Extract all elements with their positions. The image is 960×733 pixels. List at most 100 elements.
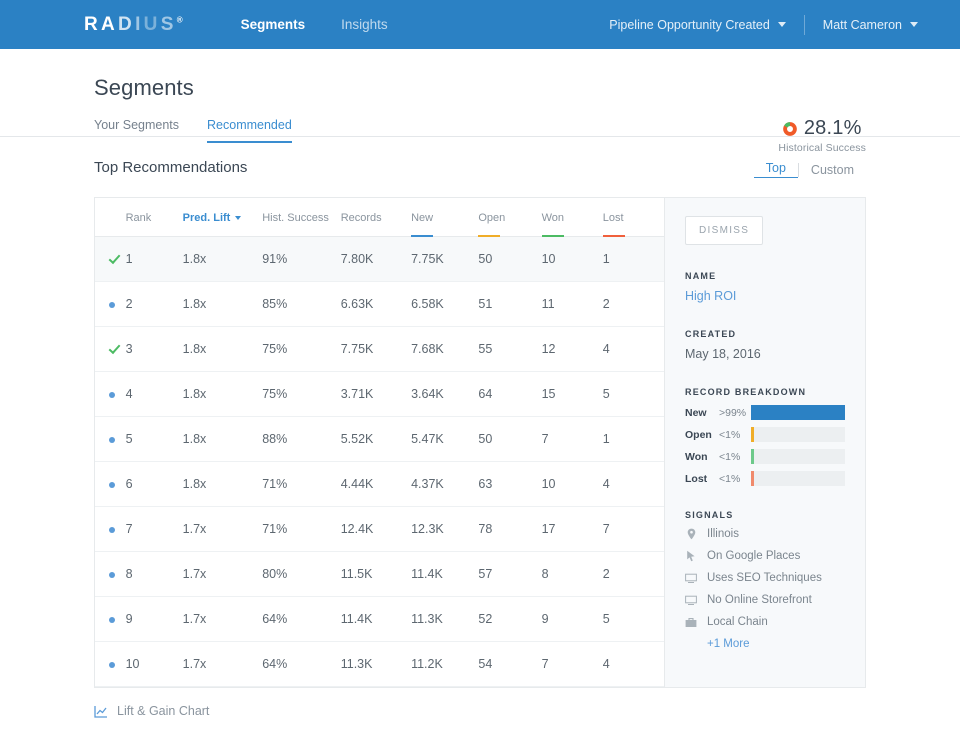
user-menu-label: Matt Cameron bbox=[823, 18, 902, 32]
table-row[interactable]: 21.8x85%6.63K6.58K51112 bbox=[95, 282, 664, 327]
breakdown-bar-fill bbox=[751, 427, 754, 442]
column-header-won-label: Won bbox=[542, 212, 564, 224]
column-header-hist-success[interactable]: Hist. Success bbox=[262, 198, 341, 237]
row-pred-lift: 1.8x bbox=[183, 372, 263, 417]
table-row[interactable]: 51.8x88%5.52K5.47K5071 bbox=[95, 417, 664, 462]
row-open: 50 bbox=[478, 237, 541, 282]
signals-list: IllinoisOn Google PlacesUses SEO Techniq… bbox=[685, 528, 845, 628]
primary-nav: Segments Insights bbox=[241, 0, 388, 49]
lift-and-gain-chart-link[interactable]: Lift & Gain Chart bbox=[94, 688, 866, 718]
column-header-open[interactable]: Open bbox=[478, 198, 541, 237]
top-nav-right: Pipeline Opportunity Created Matt Camero… bbox=[591, 15, 936, 35]
view-toggle-top[interactable]: Top bbox=[754, 161, 798, 178]
row-hist-success: 64% bbox=[262, 642, 341, 687]
pipeline-selector-label: Pipeline Opportunity Created bbox=[609, 18, 770, 32]
breakdown-bar-track bbox=[751, 471, 845, 486]
row-pred-lift: 1.7x bbox=[183, 597, 263, 642]
row-records: 7.80K bbox=[341, 237, 411, 282]
column-header-records[interactable]: Records bbox=[341, 198, 411, 237]
column-underline-lost bbox=[603, 235, 625, 237]
dot-icon bbox=[109, 617, 115, 623]
more-signals-link[interactable]: +1 More bbox=[707, 638, 845, 650]
row-open: 54 bbox=[478, 642, 541, 687]
row-status bbox=[95, 237, 126, 282]
table-row[interactable]: 71.7x71%12.4K12.3K78177 bbox=[95, 507, 664, 552]
row-records: 6.63K bbox=[341, 282, 411, 327]
table-head: Rank Pred. Lift Hist. Success Records Ne… bbox=[95, 198, 664, 237]
table-row[interactable]: 11.8x91%7.80K7.75K50101 bbox=[95, 237, 664, 282]
nav-link-insights[interactable]: Insights bbox=[341, 0, 388, 49]
created-label: CREATED bbox=[685, 329, 845, 339]
main-content: Top Recommendations Top Custom Rank Pred… bbox=[0, 137, 960, 718]
column-header-won[interactable]: Won bbox=[542, 198, 603, 237]
table-row[interactable]: 41.8x75%3.71K3.64K64155 bbox=[95, 372, 664, 417]
user-menu[interactable]: Matt Cameron bbox=[805, 18, 936, 32]
row-new: 11.2K bbox=[411, 642, 478, 687]
row-won: 9 bbox=[542, 597, 603, 642]
dot-icon bbox=[109, 482, 115, 488]
created-value: May 18, 2016 bbox=[685, 347, 845, 361]
view-toggle: Top Custom bbox=[754, 161, 866, 178]
row-records: 11.3K bbox=[341, 642, 411, 687]
row-pred-lift: 1.8x bbox=[183, 282, 263, 327]
row-hist-success: 71% bbox=[262, 462, 341, 507]
row-records: 7.75K bbox=[341, 327, 411, 372]
breakdown-bar-track bbox=[751, 449, 845, 464]
table-row[interactable]: 61.8x71%4.44K4.37K63104 bbox=[95, 462, 664, 507]
row-lost: 1 bbox=[603, 417, 664, 462]
column-header-pred-lift[interactable]: Pred. Lift bbox=[183, 198, 263, 237]
row-status bbox=[95, 372, 126, 417]
pipeline-selector[interactable]: Pipeline Opportunity Created bbox=[591, 18, 804, 32]
table-header-row: Rank Pred. Lift Hist. Success Records Ne… bbox=[95, 198, 664, 237]
column-header-rank[interactable]: Rank bbox=[126, 198, 183, 237]
row-records: 5.52K bbox=[341, 417, 411, 462]
view-toggle-custom[interactable]: Custom bbox=[799, 163, 866, 177]
section-title: Top Recommendations bbox=[94, 159, 866, 176]
dismiss-button[interactable]: DISMISS bbox=[685, 216, 763, 245]
column-header-lost[interactable]: Lost bbox=[603, 198, 664, 237]
breakdown-percent: >99% bbox=[719, 407, 751, 419]
name-label: NAME bbox=[685, 271, 845, 281]
row-won: 8 bbox=[542, 552, 603, 597]
dot-icon bbox=[109, 572, 115, 578]
check-icon bbox=[109, 252, 121, 264]
table-row[interactable]: 101.7x64%11.3K11.2K5474 bbox=[95, 642, 664, 687]
column-header-new-label: New bbox=[411, 212, 433, 224]
table-body: 11.8x91%7.80K7.75K5010121.8x85%6.63K6.58… bbox=[95, 237, 664, 687]
row-pred-lift: 1.7x bbox=[183, 642, 263, 687]
row-pred-lift: 1.8x bbox=[183, 462, 263, 507]
row-open: 64 bbox=[478, 372, 541, 417]
column-header-lost-label: Lost bbox=[603, 212, 624, 224]
nav-link-segments[interactable]: Segments bbox=[241, 0, 306, 49]
logo-text: RADIUS bbox=[84, 14, 177, 35]
row-status bbox=[95, 642, 126, 687]
signal-label: No Online Storefront bbox=[707, 594, 812, 606]
breakdown-bar-fill bbox=[751, 405, 845, 420]
row-status bbox=[95, 417, 126, 462]
recommendations-layout: Rank Pred. Lift Hist. Success Records Ne… bbox=[94, 197, 866, 688]
table-row[interactable]: 81.7x80%11.5K11.4K5782 bbox=[95, 552, 664, 597]
column-underline-won bbox=[542, 235, 564, 237]
row-open: 63 bbox=[478, 462, 541, 507]
segment-name-value[interactable]: High ROI bbox=[685, 289, 845, 303]
segment-detail-panel: DISMISS NAME High ROI CREATED May 18, 20… bbox=[664, 197, 866, 688]
row-status bbox=[95, 507, 126, 552]
row-rank: 1 bbox=[126, 237, 183, 282]
column-header-new[interactable]: New bbox=[411, 198, 478, 237]
row-status bbox=[95, 327, 126, 372]
map-pin-icon bbox=[685, 528, 697, 540]
row-records: 11.5K bbox=[341, 552, 411, 597]
column-header-open-label: Open bbox=[478, 212, 505, 224]
row-rank: 3 bbox=[126, 327, 183, 372]
row-pred-lift: 1.8x bbox=[183, 237, 263, 282]
row-lost: 2 bbox=[603, 282, 664, 327]
row-hist-success: 88% bbox=[262, 417, 341, 462]
table-row[interactable]: 31.8x75%7.75K7.68K55124 bbox=[95, 327, 664, 372]
row-new: 12.3K bbox=[411, 507, 478, 552]
row-won: 12 bbox=[542, 327, 603, 372]
recommendations-table: Rank Pred. Lift Hist. Success Records Ne… bbox=[95, 198, 664, 687]
row-open: 57 bbox=[478, 552, 541, 597]
row-won: 7 bbox=[542, 417, 603, 462]
table-row[interactable]: 91.7x64%11.4K11.3K5295 bbox=[95, 597, 664, 642]
row-hist-success: 71% bbox=[262, 507, 341, 552]
